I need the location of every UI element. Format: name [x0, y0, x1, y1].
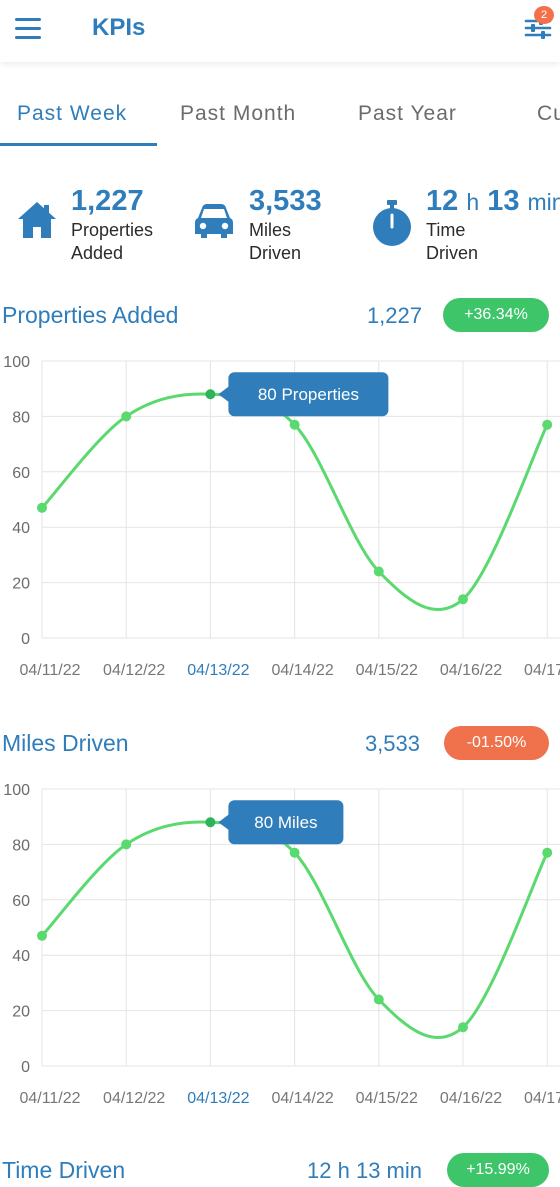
- data-point: [373, 994, 384, 1005]
- change-badge-properties: +36.34%: [443, 298, 549, 332]
- kpi-label-line2: Driven: [249, 243, 302, 263]
- kpi-value: 12 h 13 min: [426, 185, 560, 218]
- y-tick-label: 80: [12, 409, 30, 426]
- y-tick-label: 80: [12, 837, 30, 854]
- y-tick-label: 40: [12, 948, 30, 965]
- section-title-properties: Properties Added: [2, 302, 179, 328]
- data-point: [458, 1022, 468, 1033]
- tab-custom[interactable]: Cu: [537, 102, 560, 126]
- miles-line-chart: 0 20 40 60 80 100 04/11/22 04/12/22 04/13/22 04/1…: [3, 782, 560, 1107]
- section-title-time: Time Driven: [2, 1157, 126, 1183]
- page-title: KPIs: [92, 14, 146, 41]
- kpi-label: Miles Driven: [249, 219, 301, 265]
- x-tick-label: 04/12/22: [103, 1090, 165, 1107]
- kpi-minutes: 13: [487, 185, 520, 217]
- y-tick-label: 40: [12, 520, 30, 537]
- data-point: [37, 502, 47, 513]
- y-tick-label: 0: [21, 631, 30, 648]
- x-tick-label: 04/16/22: [440, 662, 502, 679]
- tab-past-month[interactable]: Past Month: [180, 102, 296, 126]
- x-tick-label: 04/11/22: [19, 662, 80, 679]
- kpi-hours-unit: h: [466, 189, 480, 215]
- data-point: [373, 566, 384, 577]
- y-tick-label: 0: [21, 1059, 30, 1076]
- x-tick-label: 04/15/22: [356, 1090, 418, 1107]
- data-point: [458, 594, 468, 605]
- data-point: [542, 847, 553, 858]
- data-point: [121, 839, 132, 850]
- x-tick-label: 04/13/22: [187, 1090, 249, 1107]
- tooltip-text: 80 Properties: [258, 385, 359, 404]
- data-point: [205, 817, 216, 828]
- x-tick-label: 04/14/22: [271, 662, 333, 679]
- properties-line-chart: 0 20 40 60 80 100 04/11/22 04/12/22 04/13/22 04/1…: [3, 354, 560, 679]
- x-tick-label: 04/11/22: [19, 1090, 80, 1107]
- data-point: [37, 930, 47, 941]
- kpi-label-line1: Time: [426, 220, 466, 240]
- kpi-label-line2: Added: [71, 243, 124, 263]
- top-app-bar: KPIs 2: [0, 0, 560, 62]
- kpi-value: 3,533: [249, 185, 322, 217]
- car-icon: [193, 200, 235, 245]
- data-point: [121, 411, 132, 422]
- y-tick-label: 20: [12, 1004, 30, 1021]
- tab-past-week[interactable]: Past Week: [17, 102, 127, 126]
- section-title-miles: Miles Driven: [2, 730, 129, 756]
- section-value-properties: 1,227: [366, 303, 422, 328]
- data-point: [289, 847, 300, 858]
- filter-count-badge: 2: [534, 6, 554, 24]
- data-point: [205, 389, 216, 400]
- kpi-label-line1: Miles: [249, 220, 292, 240]
- section-value-time: 12 h 13 min: [307, 1158, 422, 1183]
- kpi-label: Time Driven: [426, 219, 478, 265]
- x-tick-label: 04/14/22: [271, 1090, 333, 1107]
- tooltip-text: 80 Miles: [254, 813, 317, 832]
- x-tick-label: 04/13/22: [187, 662, 249, 679]
- x-tick-label: 04/16/22: [440, 1090, 502, 1107]
- kpi-label: Properties Added: [71, 219, 153, 265]
- change-badge-time: +15.99%: [447, 1153, 549, 1187]
- hamburger-menu-icon[interactable]: [15, 18, 43, 40]
- kpi-label-line1: Properties: [71, 220, 154, 240]
- x-tick-label: 04/12/22: [103, 662, 165, 679]
- change-badge-miles: -01.50%: [444, 726, 549, 760]
- tab-past-year[interactable]: Past Year: [358, 102, 457, 126]
- y-tick-label: 60: [12, 893, 30, 910]
- y-tick-label: 100: [3, 354, 30, 371]
- y-tick-label: 100: [3, 782, 30, 799]
- kpi-label-line2: Driven: [426, 243, 479, 263]
- active-tab-indicator: [0, 143, 157, 146]
- y-tick-label: 60: [12, 465, 30, 482]
- x-tick-label: 04/17/22: [524, 662, 560, 679]
- x-tick-label: 04/17/22: [524, 1090, 560, 1107]
- y-tick-label: 20: [12, 576, 30, 593]
- x-tick-label: 04/15/22: [356, 662, 418, 679]
- kpi-value: 1,227: [71, 185, 144, 217]
- kpi-minutes-unit: min: [527, 189, 560, 215]
- section-value-miles: 3,533: [364, 731, 420, 756]
- kpi-hours: 12: [426, 185, 459, 217]
- stopwatch-icon: [371, 200, 413, 253]
- data-point: [542, 419, 553, 430]
- data-point: [289, 419, 300, 430]
- period-tabs: Past Week Past Month Past Year Cu: [0, 90, 560, 146]
- house-icon: [16, 200, 58, 245]
